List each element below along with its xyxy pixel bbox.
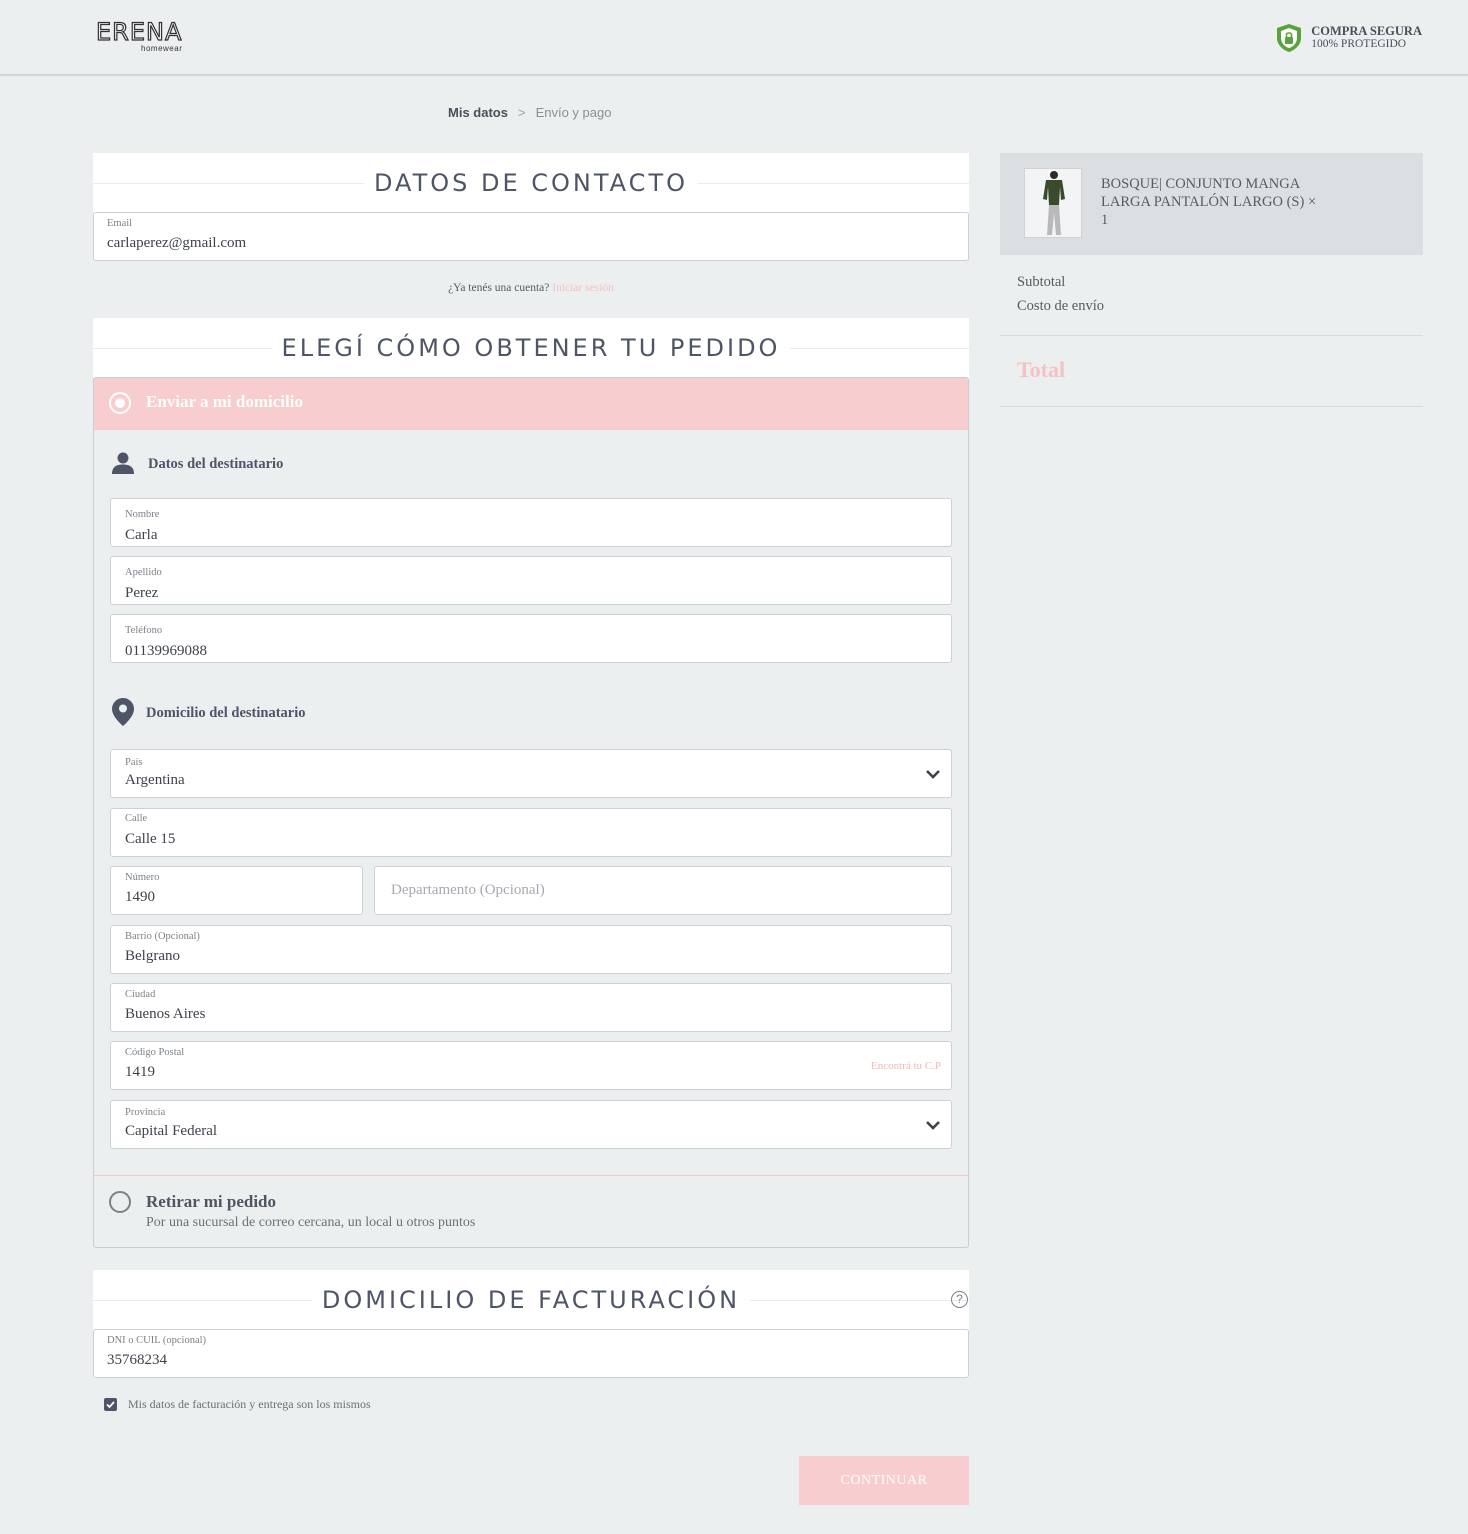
location-pin-icon: [112, 698, 134, 726]
email-label: Email: [107, 218, 133, 229]
nombre-value: Carla: [125, 527, 158, 543]
same-data-checkbox[interactable]: [104, 1398, 117, 1411]
calle-label: Calle: [125, 813, 148, 824]
person-icon: [112, 452, 134, 474]
secure-title: COMPRA SEGURA: [1311, 24, 1422, 38]
calle-field[interactable]: Calle Calle 15: [110, 808, 952, 857]
billing-section-header: DOMICILIO DE FACTURACIÓN ?: [93, 1270, 969, 1330]
pickup-label[interactable]: Retirar mi pedido: [146, 1192, 276, 1212]
account-prompt: ¿Ya tenés una cuenta? Iniciar sesión: [0, 282, 1062, 294]
barrio-label: Barrio (Opcional): [125, 931, 200, 942]
total-label: Total: [1017, 357, 1066, 382]
checkmark-icon: [106, 1401, 115, 1409]
apellido-field[interactable]: Apellido Perez: [110, 556, 952, 605]
recipient-heading: Datos del destinatario: [148, 456, 284, 472]
telefono-label: Teléfono: [125, 625, 163, 636]
account-question: ¿Ya tenés una cuenta?: [448, 282, 550, 294]
departamento-placeholder: Departamento (Opcional): [391, 882, 545, 898]
address-heading: Domicilio del destinatario: [146, 705, 306, 721]
home-delivery-form: Datos del destinatario Nombre Carla Apel…: [94, 430, 968, 1176]
breadcrumb-step-mis-datos[interactable]: Mis datos: [448, 105, 508, 120]
product-thumbnail: [1024, 168, 1082, 238]
numero-field[interactable]: Número 1490: [110, 866, 363, 915]
dni-value: 35768234: [107, 1352, 167, 1368]
ciudad-label: Ciudad: [125, 989, 156, 1000]
top-header: ERENA homewear COMPRA SEGURA 100% PROTEG…: [0, 0, 1468, 76]
summary-divider: [1000, 335, 1423, 336]
numero-label: Número: [125, 872, 160, 883]
codigo-postal-value: 1419: [125, 1064, 155, 1080]
provincia-select[interactable]: Provincia Capital Federal: [110, 1100, 952, 1149]
summary-divider: [1000, 406, 1423, 407]
pais-label: País: [125, 757, 143, 768]
breadcrumb-separator: >: [517, 105, 526, 120]
ciudad-field[interactable]: Ciudad Buenos Aires: [110, 983, 952, 1032]
find-postal-code-link[interactable]: Encontrá tu C.P: [871, 1060, 941, 1072]
pais-value: Argentina: [125, 772, 185, 788]
contact-section-header: DATOS DE CONTACTO: [93, 153, 969, 213]
delivery-title: ELEGÍ CÓMO OBTENER TU PEDIDO: [271, 334, 791, 362]
logo-wordmark: ERENA: [95, 17, 183, 46]
chevron-down-icon: [926, 770, 940, 779]
dni-label: DNI o CUIL (opcional): [107, 1335, 207, 1346]
dni-field[interactable]: DNI o CUIL (opcional) 35768234: [93, 1329, 969, 1378]
barrio-value: Belgrano: [125, 948, 180, 964]
numero-value: 1490: [125, 889, 155, 905]
product-name: BOSQUE| CONJUNTO MANGA LARGA PANTALÓN LA…: [1101, 175, 1341, 229]
telefono-field[interactable]: Teléfono 01139969088: [110, 614, 952, 663]
barrio-field[interactable]: Barrio (Opcional) Belgrano: [110, 925, 952, 974]
provincia-value: Capital Federal: [125, 1123, 218, 1139]
email-value: carlaperez@gmail.com: [107, 235, 247, 251]
breadcrumb-step-envio: Envío y pago: [535, 105, 612, 120]
secure-subtitle: 100% PROTEGIDO: [1311, 38, 1407, 50]
brand-logo[interactable]: ERENA homewear: [95, 17, 192, 58]
subtotal-label: Subtotal: [1017, 274, 1066, 290]
cart-item: BOSQUE| CONJUNTO MANGA LARGA PANTALÓN LA…: [1000, 153, 1423, 255]
pais-select[interactable]: País Argentina: [110, 749, 952, 798]
codigo-postal-label: Código Postal: [125, 1047, 185, 1058]
product-title: BOSQUE| CONJUNTO MANGA LARGA PANTALÓN LA…: [1101, 176, 1317, 210]
home-delivery-label: Enviar a mi domicilio: [146, 392, 303, 411]
apellido-value: Perez: [125, 585, 159, 601]
delivery-section-header: ELEGÍ CÓMO OBTENER TU PEDIDO: [93, 318, 969, 378]
telefono-value: 01139969088: [125, 643, 207, 659]
provincia-label: Provincia: [125, 1107, 166, 1118]
calle-value: Calle 15: [125, 831, 176, 847]
departamento-field[interactable]: Departamento (Opcional): [374, 866, 952, 915]
nombre-field[interactable]: Nombre Carla: [110, 498, 952, 547]
delivery-options: Enviar a mi domicilio Datos del destinat…: [93, 377, 969, 1248]
option-home-delivery[interactable]: Enviar a mi domicilio: [94, 378, 968, 430]
contact-title: DATOS DE CONTACTO: [363, 169, 698, 197]
same-data-option: Mis datos de facturación y entrega son l…: [104, 1397, 371, 1412]
billing-title: DOMICILIO DE FACTURACIÓN: [311, 1286, 751, 1314]
same-data-label: Mis datos de facturación y entrega son l…: [128, 1397, 371, 1411]
shield-lock-icon: [1277, 24, 1302, 52]
apellido-label: Apellido: [125, 567, 162, 578]
nombre-label: Nombre: [125, 509, 160, 520]
help-icon[interactable]: ?: [951, 1291, 968, 1308]
email-field[interactable]: Email carlaperez@gmail.com: [93, 212, 969, 261]
breadcrumb: Mis datos > Envío y pago: [448, 105, 611, 120]
login-link[interactable]: Iniciar sesión: [552, 282, 614, 294]
secure-purchase-badge: COMPRA SEGURA 100% PROTEGIDO: [1274, 23, 1422, 53]
ciudad-value: Buenos Aires: [125, 1006, 206, 1022]
chevron-down-icon: [926, 1121, 940, 1130]
pickup-radio[interactable]: [109, 1191, 131, 1213]
product-quantity: 1: [1101, 212, 1109, 228]
pickup-description: Por una sucursal de correo cercana, un l…: [146, 1215, 476, 1230]
continue-button[interactable]: CONTINUAR: [799, 1456, 969, 1505]
shipping-cost-label: Costo de envío: [1017, 298, 1104, 314]
codigo-postal-field[interactable]: Código Postal 1419 Encontrá tu C.P: [110, 1041, 952, 1090]
logo-subtitle: homewear: [141, 44, 183, 53]
home-delivery-radio[interactable]: [109, 392, 131, 414]
